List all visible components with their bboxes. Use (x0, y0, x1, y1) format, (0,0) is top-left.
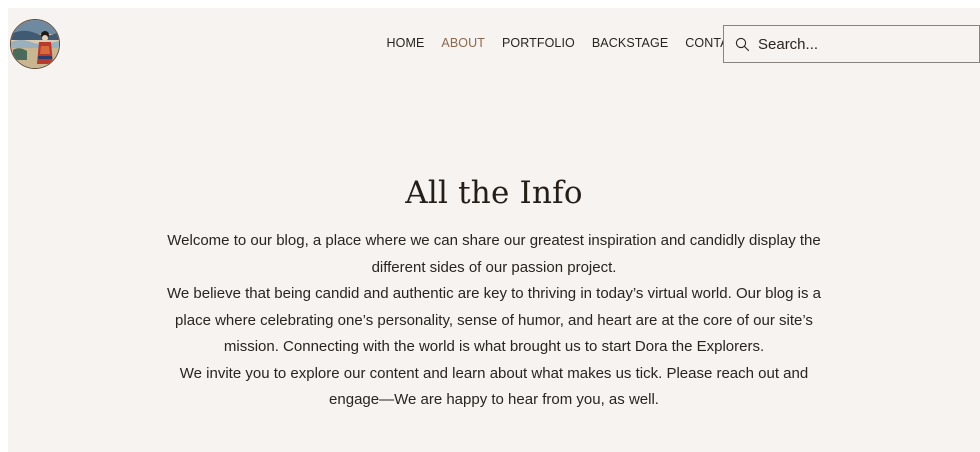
logo-icon (11, 20, 59, 68)
page-title: All the Info (405, 175, 583, 211)
search-box[interactable] (723, 25, 980, 63)
site-header: HOME ABOUT PORTFOLIO BACKSTAGE CONTACT (8, 8, 980, 80)
main-nav: HOME ABOUT PORTFOLIO BACKSTAGE CONTACT (378, 36, 754, 52)
paragraph-welcome: Welcome to our blog, a place where we ca… (167, 232, 821, 276)
search-icon[interactable] (734, 36, 750, 52)
site-logo[interactable] (10, 19, 60, 69)
paragraph-invite: We invite you to explore our content and… (179, 364, 809, 409)
nav-portfolio[interactable]: PORTFOLIO (493, 36, 583, 52)
search-input[interactable] (758, 35, 958, 53)
nav-home[interactable]: HOME (378, 36, 433, 52)
nav-about[interactable]: ABOUT (433, 36, 494, 52)
nav-backstage[interactable]: BACKSTAGE (583, 36, 676, 52)
about-section: All the Info Welcome to our blog, a plac… (8, 158, 980, 414)
page: HOME ABOUT PORTFOLIO BACKSTAGE CONTACT A… (8, 8, 980, 452)
about-text: Welcome to our blog, a place where we ca… (158, 228, 830, 414)
paragraph-beliefs: We believe that being candid and authent… (167, 285, 821, 355)
